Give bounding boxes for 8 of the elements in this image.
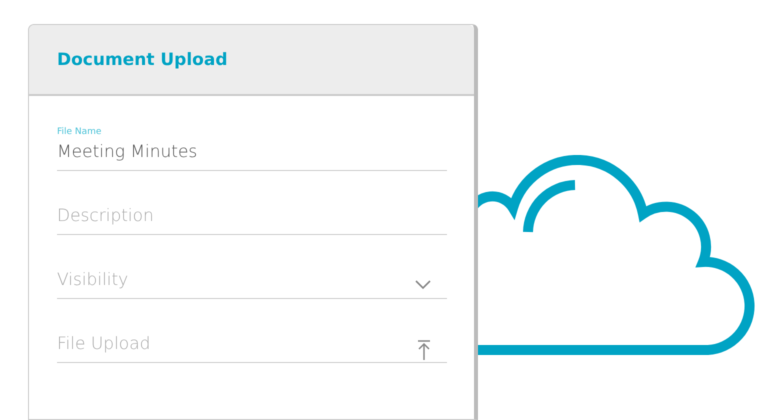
select-field[interactable]: Visibility	[57, 266, 447, 299]
file-field[interactable]: File Upload	[57, 330, 447, 363]
chevron-down-icon[interactable]	[415, 280, 431, 290]
text-field[interactable]: Description	[57, 202, 447, 235]
field-label: File Name	[57, 126, 102, 138]
card-title: Document Upload	[57, 50, 228, 70]
text-field[interactable]: Meeting Minutes	[57, 138, 447, 171]
upload-icon[interactable]	[417, 340, 431, 360]
